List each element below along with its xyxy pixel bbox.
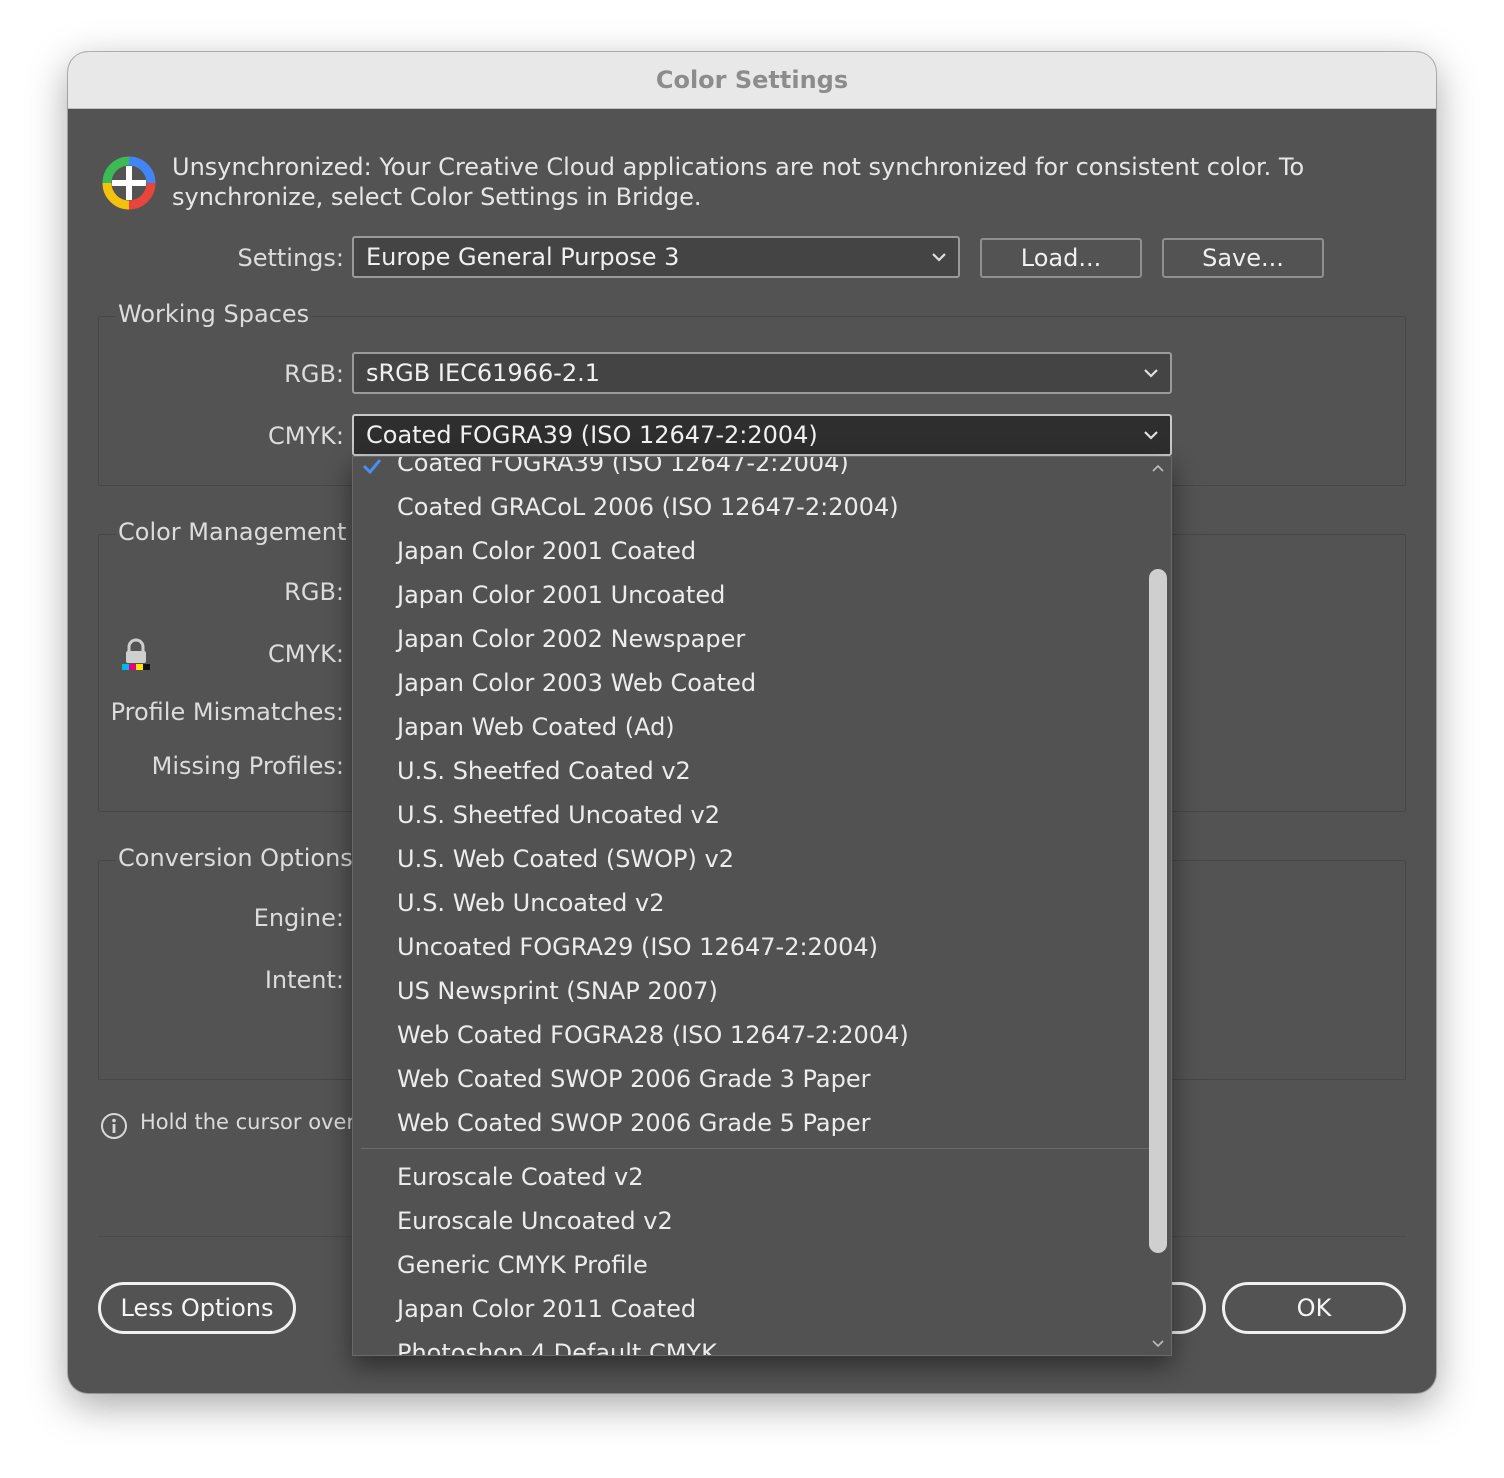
working-spaces-title: Working Spaces (116, 300, 312, 328)
cmyk-working-label: CMYK: (268, 422, 344, 450)
cmyk-policy-label: CMYK: (268, 640, 344, 668)
load-button[interactable]: Load... (980, 238, 1142, 278)
missing-profiles-label: Missing Profiles: (151, 752, 344, 780)
settings-value: Europe General Purpose 3 (366, 243, 680, 271)
dropdown-item[interactable]: U.S. Sheetfed Coated v2 (397, 749, 691, 793)
dropdown-item[interactable]: Japan Color 2003 Web Coated (397, 661, 756, 705)
color-settings-dialog: Color Settings Unsynchronized: Your Crea… (68, 52, 1436, 1393)
dropdown-item[interactable]: Coated GRACoL 2006 (ISO 12647-2:2004) (397, 485, 899, 529)
rgb-policy-label: RGB: (284, 578, 344, 606)
cmyk-dropdown-menu[interactable]: Coated FOGRA39 (ISO 12647-2:2004) Coated… (352, 456, 1172, 1356)
sync-message: Unsynchronized: Your Creative Cloud appl… (172, 153, 1305, 211)
rgb-working-label: RGB: (284, 360, 344, 388)
conversion-options-title: Conversion Options (116, 844, 355, 872)
scroll-up-icon[interactable] (1151, 463, 1165, 473)
chevron-down-icon (1144, 369, 1158, 378)
title-bar[interactable]: Color Settings (68, 52, 1436, 109)
dropdown-item[interactable]: Uncoated FOGRA29 (ISO 12647-2:2004) (397, 925, 878, 969)
window-title: Color Settings (655, 66, 849, 94)
chevron-down-icon (932, 253, 946, 262)
dropdown-item[interactable]: Japan Web Coated (Ad) (397, 705, 675, 749)
intent-label: Intent: (264, 966, 344, 994)
dropdown-item[interactable]: Euroscale Coated v2 (397, 1155, 644, 1199)
cmyk-working-value: Coated FOGRA39 (ISO 12647-2:2004) (366, 421, 818, 449)
dropdown-item[interactable]: Japan Color 2011 Coated (397, 1287, 696, 1331)
dropdown-item[interactable]: U.S. Web Coated (SWOP) v2 (397, 837, 734, 881)
dropdown-item[interactable]: U.S. Web Uncoated v2 (397, 881, 665, 925)
dropdown-item[interactable]: Japan Color 2002 Newspaper (397, 617, 745, 661)
chevron-down-icon (1144, 431, 1158, 440)
dropdown-item-selected[interactable]: Coated FOGRA39 (ISO 12647-2:2004) (397, 457, 849, 485)
dropdown-item[interactable]: US Newsprint (SNAP 2007) (397, 969, 718, 1013)
scrollbar-thumb[interactable] (1149, 569, 1167, 1253)
profile-mismatches-label: Profile Mismatches: (110, 698, 344, 726)
dropdown-scrollbar[interactable] (1145, 457, 1171, 1355)
settings-select[interactable]: Europe General Purpose 3 (352, 236, 960, 278)
scroll-down-icon[interactable] (1151, 1339, 1165, 1349)
dropdown-item[interactable]: Web Coated SWOP 2006 Grade 5 Paper (397, 1101, 870, 1145)
creative-cloud-icon (102, 156, 156, 210)
info-icon (100, 1112, 128, 1140)
dropdown-item[interactable]: U.S. Sheetfed Uncoated v2 (397, 793, 720, 837)
dropdown-item[interactable]: Web Coated FOGRA28 (ISO 12647-2:2004) (397, 1013, 909, 1057)
cmyk-working-select[interactable]: Coated FOGRA39 (ISO 12647-2:2004) (352, 414, 1172, 456)
dropdown-item[interactable]: Euroscale Uncoated v2 (397, 1199, 673, 1243)
less-options-button[interactable]: Less Options (98, 1282, 296, 1334)
info-text: Hold the cursor over a (140, 1110, 375, 1134)
dropdown-item[interactable]: Photoshop 4 Default CMYK (397, 1331, 717, 1355)
ok-button[interactable]: OK (1222, 1282, 1406, 1334)
checkmark-icon (362, 459, 382, 475)
settings-label: Settings: (237, 244, 344, 272)
lock-icon (120, 638, 152, 672)
color-management-title: Color Management P (116, 518, 371, 546)
engine-label: Engine: (253, 904, 344, 932)
save-button[interactable]: Save... (1162, 238, 1324, 278)
dropdown-item[interactable]: Japan Color 2001 Coated (397, 529, 696, 573)
dropdown-item[interactable]: Web Coated SWOP 2006 Grade 3 Paper (397, 1057, 870, 1101)
rgb-working-value: sRGB IEC61966-2.1 (366, 359, 601, 387)
dropdown-item[interactable]: Generic CMYK Profile (397, 1243, 648, 1287)
dropdown-separator (361, 1148, 1149, 1149)
rgb-working-select[interactable]: sRGB IEC61966-2.1 (352, 352, 1172, 394)
dropdown-item[interactable]: Japan Color 2001 Uncoated (397, 573, 725, 617)
